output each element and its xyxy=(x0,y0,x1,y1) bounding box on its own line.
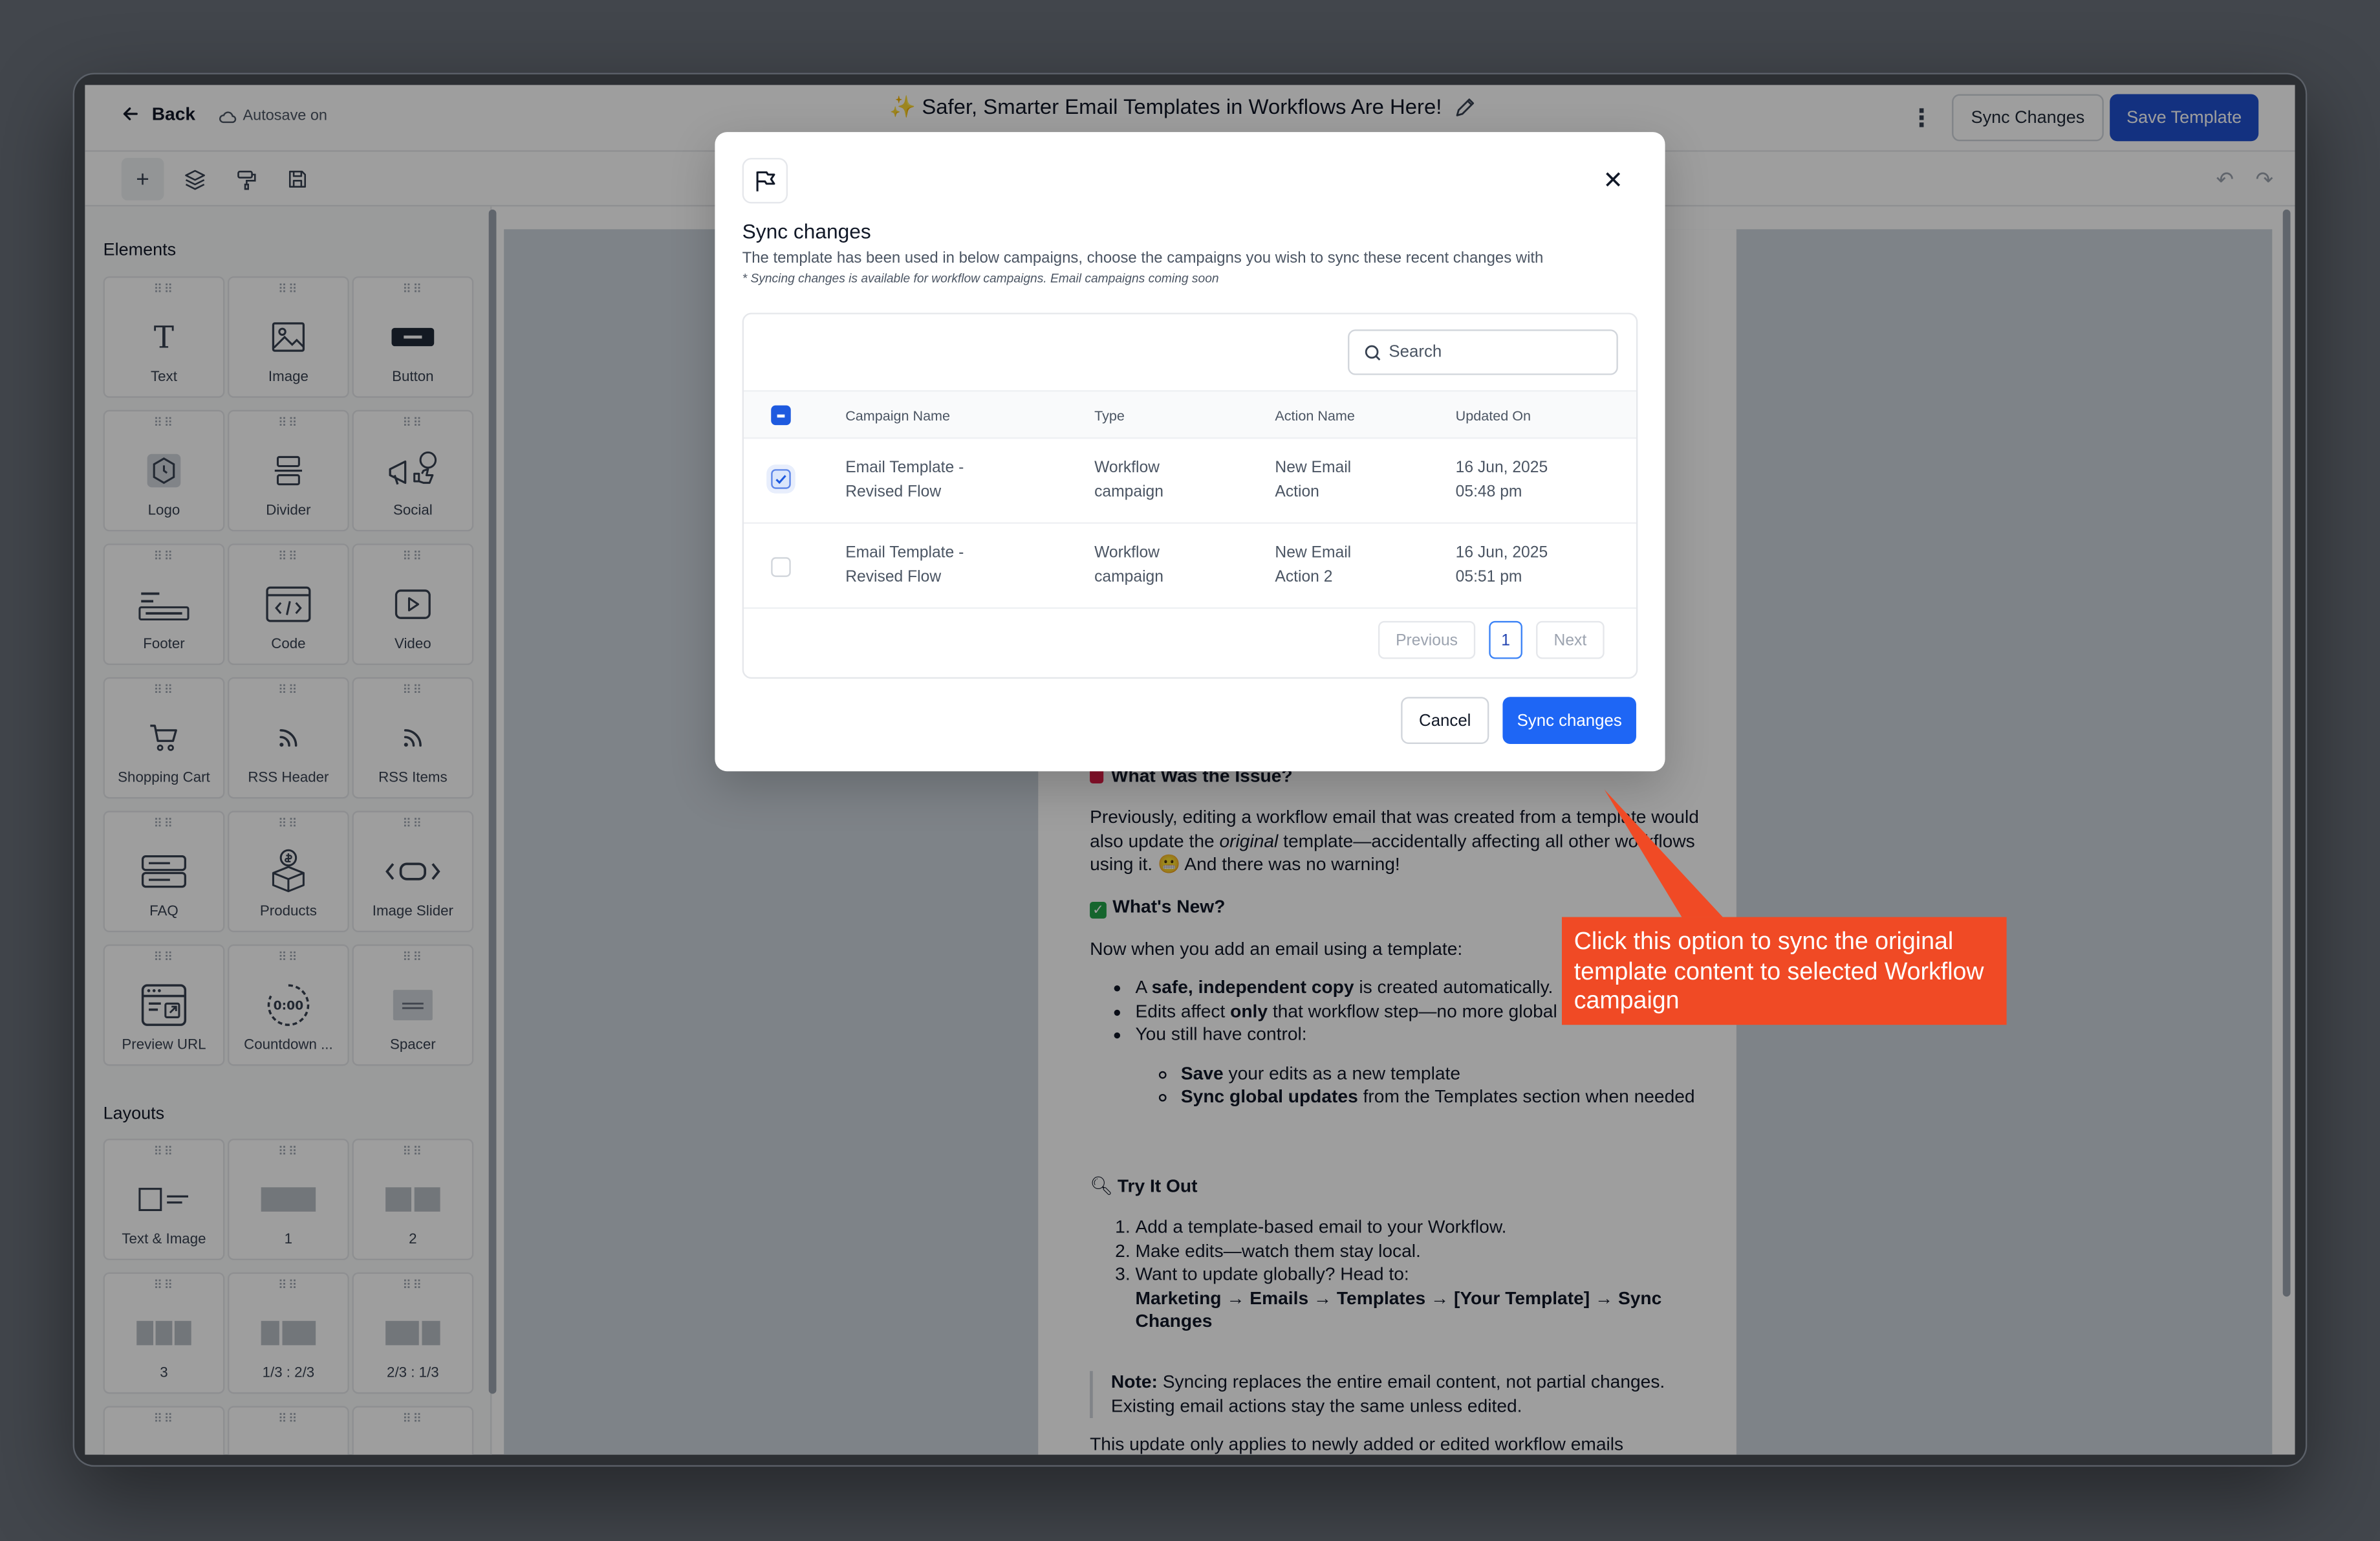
updated-on-cell: 16 Jun, 2025 05:48 pm xyxy=(1455,458,1548,501)
search-icon xyxy=(1365,344,1381,360)
type-cell: Workflow campaign xyxy=(1094,543,1163,585)
modal-title: Sync changes xyxy=(742,220,871,243)
modal-description: The template has been used in below camp… xyxy=(742,250,1544,268)
action-name-cell: New Email Action xyxy=(1275,458,1352,501)
column-header[interactable]: Campaign Name xyxy=(845,408,950,423)
row-checkbox[interactable] xyxy=(771,469,791,489)
column-header[interactable]: Action Name xyxy=(1275,408,1354,423)
updated-on-cell: 16 Jun, 2025 05:51 pm xyxy=(1455,543,1548,585)
type-cell: Workflow campaign xyxy=(1094,458,1163,501)
next-page-button[interactable]: Next xyxy=(1536,620,1605,659)
modal-note: * Syncing changes is available for workf… xyxy=(742,272,1219,286)
campaign-name-cell: Email Template - Revised Flow xyxy=(845,543,964,585)
cancel-button[interactable]: Cancel xyxy=(1401,697,1489,744)
search-placeholder: Search xyxy=(1389,343,1442,362)
previous-page-button[interactable]: Previous xyxy=(1378,620,1476,659)
callout-annotation: Click this option to sync the original t… xyxy=(1561,917,2007,1025)
action-name-cell: New Email Action 2 xyxy=(1275,543,1352,585)
close-icon[interactable]: ✕ xyxy=(1603,166,1623,196)
column-header[interactable]: Updated On xyxy=(1456,408,1531,423)
campaign-name-cell: Email Template - Revised Flow xyxy=(845,458,964,501)
search-input[interactable]: Search xyxy=(1348,329,1618,375)
table-header: Campaign Name Type Action Name Updated O… xyxy=(743,390,1636,439)
sync-changes-confirm-button[interactable]: Sync changes xyxy=(1502,697,1636,744)
flag-icon xyxy=(742,158,788,204)
campaigns-table-card: Search Campaign Name Type Action Name Up… xyxy=(742,312,1638,679)
column-header[interactable]: Type xyxy=(1094,408,1125,423)
row-checkbox[interactable] xyxy=(771,557,791,577)
select-all-checkbox[interactable] xyxy=(771,405,791,426)
current-page-button[interactable]: 1 xyxy=(1489,620,1522,659)
email-builder-app: Back Autosave on ✨ Safer, Smarter Email … xyxy=(85,85,2295,1455)
sync-changes-modal: ✕ Sync changes The template has been use… xyxy=(715,132,1665,772)
table-row[interactable]: Email Template - Revised Flow Workflow cam… xyxy=(743,524,1636,609)
table-row[interactable]: Email Template - Revised Flow Workflow cam… xyxy=(743,439,1636,524)
